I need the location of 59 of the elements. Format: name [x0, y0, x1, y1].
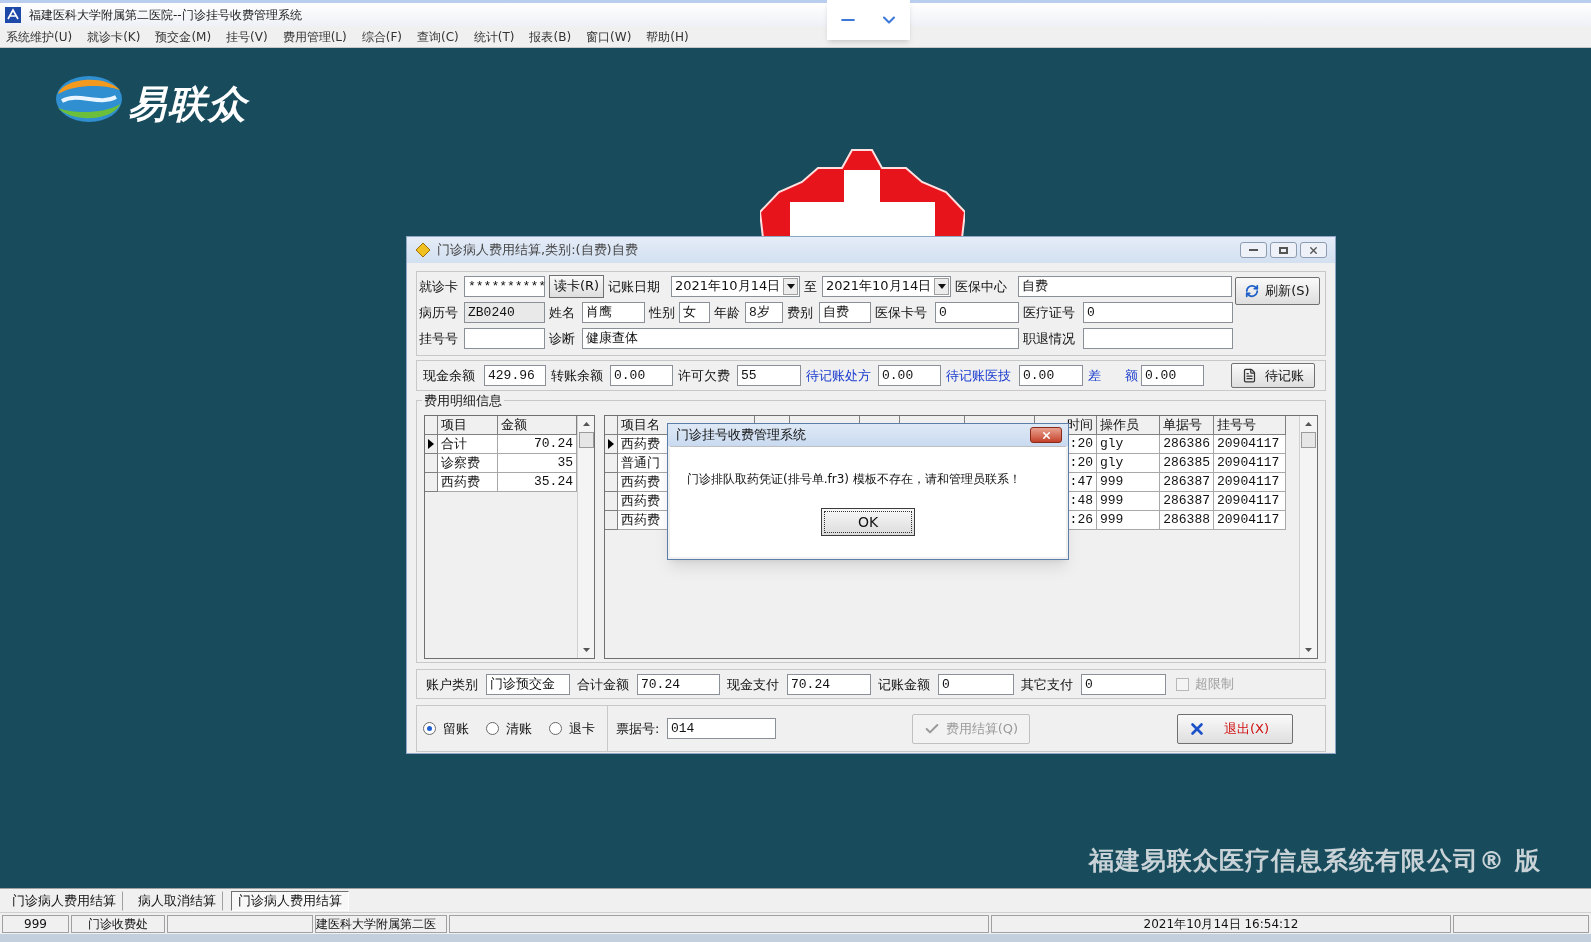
- grid-cell: 999: [1097, 511, 1160, 530]
- field-label: 诊断: [549, 329, 576, 348]
- field-label: 医保卡号: [875, 303, 928, 322]
- grid-cell: 35: [498, 454, 577, 473]
- status-pane: 2021年10月14日 16:54:12: [991, 914, 1451, 933]
- grid-cell: gly: [1097, 454, 1160, 473]
- grid-cell: 20904117: [1214, 435, 1286, 454]
- radio-label: 清账: [506, 719, 532, 738]
- field-label: 现金支付: [727, 675, 780, 694]
- grid-cell: 999: [1097, 492, 1160, 511]
- radio-label: 留账: [443, 719, 469, 738]
- grid-cell: 西药费: [438, 473, 498, 492]
- window-title: 门诊病人费用结算,类别:(自费)自费: [437, 241, 638, 260]
- field-label: 记账金额: [878, 675, 931, 694]
- field-label: 职退情况: [1023, 329, 1076, 348]
- field-label: 转账余额: [551, 367, 604, 385]
- status-pane: 门诊收费处: [71, 914, 165, 933]
- grid-cell: 合计: [438, 435, 498, 454]
- field-label: 挂号号: [419, 329, 459, 348]
- field-label: 费别: [787, 303, 814, 322]
- logo-text: 易联众: [128, 81, 248, 128]
- grid-cell: 999: [1097, 473, 1160, 492]
- field-label: 至: [804, 277, 818, 296]
- field-label: 差 额: [1088, 367, 1138, 385]
- grid-cell: 286387: [1160, 492, 1214, 511]
- field-label: 账户类别: [426, 675, 479, 694]
- field-label: 医疗证号: [1023, 303, 1076, 322]
- field-label: 病历号: [419, 303, 459, 322]
- grid-cell: 286386: [1160, 435, 1214, 454]
- grid-cell: 35.24: [498, 473, 577, 492]
- field-label: 医保中心: [955, 277, 1008, 296]
- grid-cell: 20904117: [1214, 492, 1286, 511]
- grid-cell: 诊察费: [438, 454, 498, 473]
- field-label: 现金余额: [423, 367, 476, 385]
- grid-cell: 286385: [1160, 454, 1214, 473]
- grid-cell: 286387: [1160, 473, 1214, 492]
- field-label: 年龄: [714, 303, 741, 322]
- company-watermark-text: 福建易联众医疗信息系统有限公司® 版: [1089, 845, 1541, 877]
- field-label: 合计金额: [577, 675, 630, 694]
- grid-cell: 20904117: [1214, 473, 1286, 492]
- status-pane: 建医科大学附属第二医: [315, 914, 447, 933]
- grid-cell: 20904117: [1214, 454, 1286, 473]
- field-label: 待记账处方: [806, 367, 872, 385]
- radio-label: 退卡: [569, 719, 595, 738]
- field-label: 许可欠费: [678, 367, 731, 385]
- status-pane: 999: [2, 914, 69, 933]
- field-label: 性别: [649, 303, 676, 322]
- grid-cell: 70.24: [498, 435, 577, 454]
- field-label: 就诊卡: [419, 277, 459, 296]
- field-label: 姓名: [549, 303, 576, 322]
- grid-cell: 20904117: [1214, 511, 1286, 530]
- field-label: 其它支付: [1021, 675, 1074, 694]
- field-label: 待记账医技: [946, 367, 1012, 385]
- field-label: 票据号:: [616, 720, 661, 738]
- checkbox-label: 超限制: [1195, 675, 1234, 694]
- field-label: 记账日期: [608, 277, 661, 296]
- window-title: 福建医科大学附属第二医院--门诊挂号收费管理系统: [29, 6, 302, 24]
- grid-cell: gly: [1097, 435, 1160, 454]
- grid-cell: 286388: [1160, 511, 1214, 530]
